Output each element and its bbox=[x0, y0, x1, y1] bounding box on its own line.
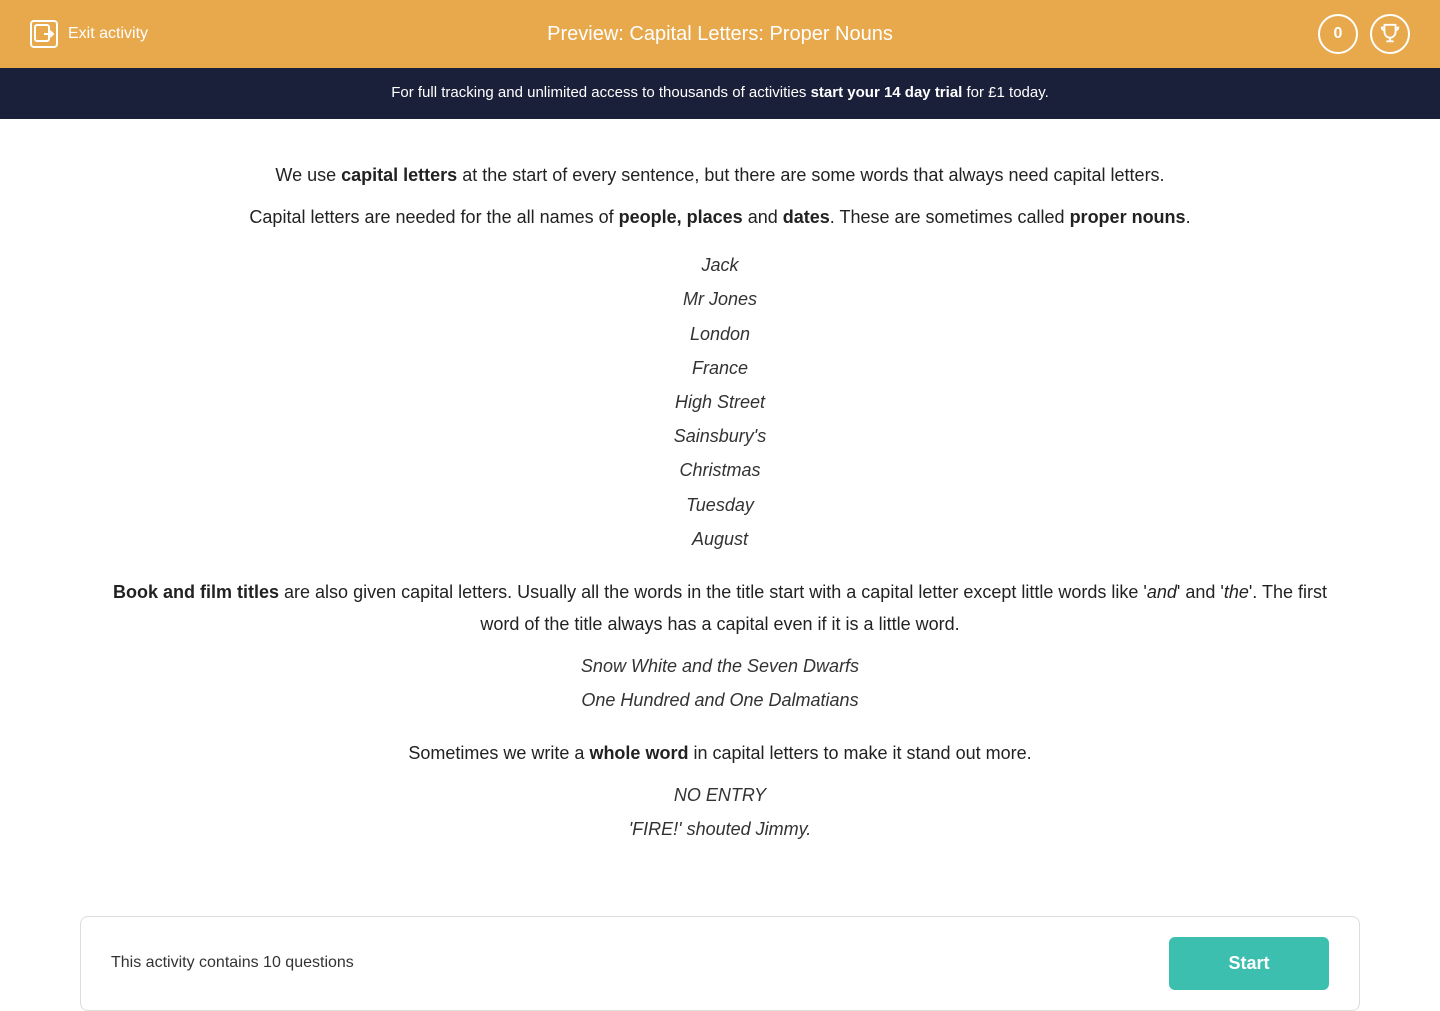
intro-bold-people-places: people, places bbox=[619, 207, 743, 227]
intro-text-after-bold: at the start of every sentence, but ther… bbox=[457, 165, 1164, 185]
intro-line2-mid: and bbox=[743, 207, 783, 227]
exit-icon bbox=[30, 20, 58, 48]
exit-activity-button[interactable]: Exit activity bbox=[30, 20, 148, 48]
list-item: 'FIRE!' shouted Jimmy. bbox=[100, 812, 1340, 846]
section3-bold-whole-word: whole word bbox=[589, 743, 688, 763]
section-3: Sometimes we write a whole word in capit… bbox=[100, 737, 1340, 846]
trophy-badge bbox=[1370, 14, 1410, 54]
list-item: Tuesday bbox=[100, 488, 1340, 522]
intro-line2-end: . bbox=[1186, 207, 1191, 227]
intro-line-1: We use capital letters at the start of e… bbox=[100, 159, 1340, 191]
list-item: Mr Jones bbox=[100, 282, 1340, 316]
activity-question-count: This activity contains 10 questions bbox=[111, 954, 354, 972]
banner-text-before: For full tracking and unlimited access t… bbox=[391, 84, 810, 101]
section2-text: are also given capital letters. Usually … bbox=[279, 582, 1147, 602]
list-item: NO ENTRY bbox=[100, 778, 1340, 812]
section2-italic-and: and bbox=[1147, 582, 1177, 602]
banner-cta-text: start your 14 day trial bbox=[811, 84, 963, 101]
intro-bold-dates: dates bbox=[783, 207, 830, 227]
score-badge: 0 bbox=[1318, 14, 1358, 54]
page-title: Preview: Capital Letters: Proper Nouns bbox=[547, 23, 893, 46]
banner-text-after: for £1 today. bbox=[962, 84, 1048, 101]
section2-italic-the: the bbox=[1224, 582, 1249, 602]
list-item: High Street bbox=[100, 385, 1340, 419]
list-item: France bbox=[100, 351, 1340, 385]
header-right-controls: 0 bbox=[1318, 14, 1410, 54]
section2-text2: ' and ' bbox=[1177, 582, 1224, 602]
section3-paragraph: Sometimes we write a whole word in capit… bbox=[100, 737, 1340, 769]
promo-banner: For full tracking and unlimited access t… bbox=[0, 68, 1440, 119]
exit-label: Exit activity bbox=[68, 25, 148, 43]
section2-paragraph: Book and film titles are also given capi… bbox=[100, 576, 1340, 641]
app-header: Exit activity Preview: Capital Letters: … bbox=[0, 0, 1440, 68]
list-item: London bbox=[100, 317, 1340, 351]
main-content: We use capital letters at the start of e… bbox=[0, 119, 1440, 896]
section3-after: in capital letters to make it stand out … bbox=[688, 743, 1031, 763]
intro-text-before-bold: We use bbox=[275, 165, 341, 185]
intro-bold-capital-letters: capital letters bbox=[341, 165, 457, 185]
list-item: Sainsbury's bbox=[100, 419, 1340, 453]
intro-bold-proper-nouns: proper nouns bbox=[1070, 207, 1186, 227]
list-item: Snow White and the Seven Dwarfs bbox=[100, 649, 1340, 683]
section2-bold-title: Book and film titles bbox=[113, 582, 279, 602]
activity-footer-card: This activity contains 10 questions Star… bbox=[80, 916, 1360, 1011]
list-item: Christmas bbox=[100, 453, 1340, 487]
section3-before: Sometimes we write a bbox=[408, 743, 589, 763]
whole-word-examples-list: NO ENTRY 'FIRE!' shouted Jimmy. bbox=[100, 778, 1340, 846]
proper-nouns-examples: Jack Mr Jones London France High Street … bbox=[100, 248, 1340, 556]
intro-line2-after: . These are sometimes called bbox=[830, 207, 1070, 227]
section-2: Book and film titles are also given capi… bbox=[100, 576, 1340, 717]
start-button[interactable]: Start bbox=[1169, 937, 1329, 990]
intro-line2-before: Capital letters are needed for the all n… bbox=[249, 207, 618, 227]
list-item: Jack bbox=[100, 248, 1340, 282]
intro-line-2: Capital letters are needed for the all n… bbox=[100, 201, 1340, 233]
film-titles-list: Snow White and the Seven Dwarfs One Hund… bbox=[100, 649, 1340, 717]
list-item: August bbox=[100, 522, 1340, 556]
list-item: One Hundred and One Dalmatians bbox=[100, 683, 1340, 717]
